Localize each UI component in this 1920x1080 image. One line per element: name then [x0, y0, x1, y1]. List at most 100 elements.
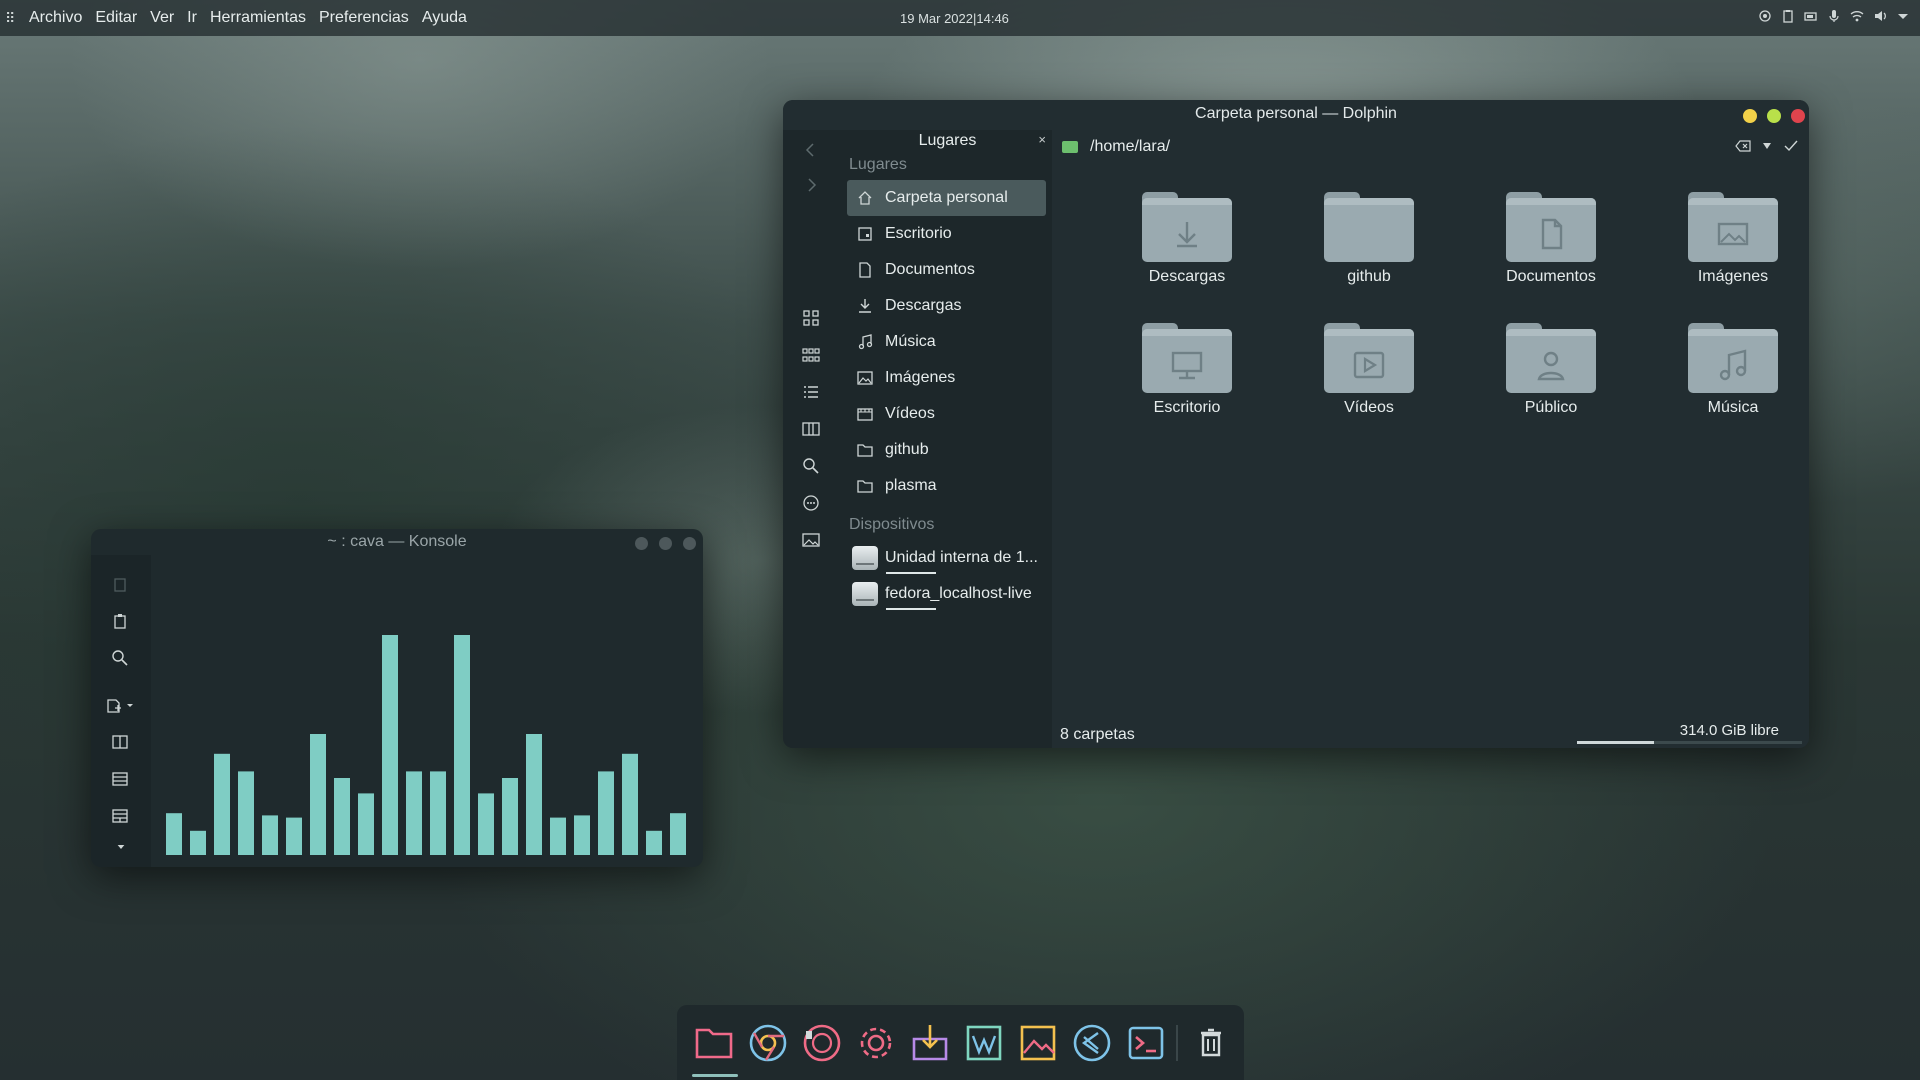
- software-center-icon[interactable]: [908, 1021, 952, 1065]
- volume-icon[interactable]: [1873, 9, 1887, 23]
- menu-archivo[interactable]: Archivo: [29, 9, 82, 27]
- place-musica[interactable]: Música: [847, 324, 1046, 360]
- menu-herramientas[interactable]: Herramientas: [210, 9, 306, 27]
- dolphin-titlebar[interactable]: Carpeta personal — Dolphin: [783, 100, 1809, 130]
- system-tray: [1758, 9, 1910, 23]
- folder-descargas[interactable]: Descargas: [1112, 192, 1262, 286]
- confirm-location-icon[interactable]: [1783, 139, 1799, 153]
- app-launcher-icon[interactable]: ⠿: [5, 10, 27, 27]
- path-text[interactable]: /home/lara/: [1090, 138, 1170, 156]
- device-capacity-bar: [886, 572, 936, 574]
- forward-button[interactable]: [801, 175, 823, 197]
- place-videos[interactable]: Vídeos: [847, 396, 1046, 432]
- trash-icon[interactable]: [1189, 1021, 1233, 1065]
- icons-view-icon[interactable]: [801, 308, 823, 330]
- minimize-button[interactable]: [1743, 109, 1757, 123]
- disk-usage-fill: [1577, 741, 1654, 744]
- terminal-icon[interactable]: [1124, 1021, 1168, 1065]
- chevron-down-icon[interactable]: [1896, 9, 1910, 23]
- menu-ver[interactable]: Ver: [150, 9, 174, 27]
- image-viewer-icon[interactable]: [1016, 1021, 1060, 1065]
- cava-bar: [430, 771, 446, 855]
- clear-location-icon[interactable]: [1735, 139, 1751, 153]
- place-imagenes[interactable]: Imágenes: [847, 360, 1046, 396]
- maximize-button[interactable]: [659, 537, 672, 550]
- download-icon: [855, 298, 875, 314]
- status-bar: 8 carpetas 314.0 GiB libre: [1052, 718, 1809, 748]
- folder-publico[interactable]: Público: [1476, 323, 1626, 417]
- back-button[interactable]: [801, 140, 823, 162]
- folder-video-icon: [1324, 323, 1414, 393]
- search-icon[interactable]: [801, 456, 823, 478]
- settings-icon[interactable]: [854, 1021, 898, 1065]
- battery-icon[interactable]: [1804, 9, 1818, 23]
- menu-preferencias[interactable]: Preferencias: [319, 9, 409, 27]
- menu-ir[interactable]: Ir: [187, 9, 197, 27]
- split-view-icon[interactable]: [801, 419, 823, 441]
- compact-view-icon[interactable]: [801, 345, 823, 367]
- new-tab-icon[interactable]: [105, 696, 139, 716]
- chevron-down-icon[interactable]: [115, 840, 135, 860]
- place-descargas[interactable]: Descargas: [847, 288, 1046, 324]
- folder-videos[interactable]: Vídeos: [1294, 323, 1444, 417]
- chrome-icon[interactable]: [746, 1021, 790, 1065]
- location-bar[interactable]: /home/lara/: [1052, 130, 1809, 164]
- search-icon[interactable]: [111, 649, 131, 669]
- place-escritorio[interactable]: Escritorio: [847, 216, 1046, 252]
- places-panel: Lugares × Lugares Carpeta personal Escri…: [843, 130, 1052, 748]
- details-view-icon[interactable]: [801, 382, 823, 404]
- menu-ayuda[interactable]: Ayuda: [422, 9, 467, 27]
- dock: [677, 1005, 1244, 1080]
- cava-bar: [238, 771, 254, 855]
- preview-icon[interactable]: [801, 530, 823, 552]
- place-plasma[interactable]: plasma: [847, 468, 1046, 504]
- folder-name: Documentos: [1506, 268, 1596, 285]
- folder-musica[interactable]: Música: [1658, 323, 1808, 417]
- maximize-button[interactable]: [1767, 109, 1781, 123]
- clipboard-icon[interactable]: [1781, 9, 1795, 23]
- vscode-icon[interactable]: [1070, 1021, 1114, 1065]
- cava-bar: [454, 635, 470, 855]
- folder-name: Música: [1707, 399, 1759, 416]
- place-documentos[interactable]: Documentos: [847, 252, 1046, 288]
- cava-bar: [382, 635, 398, 855]
- active-app-indicator: [692, 1074, 738, 1077]
- folder-escritorio[interactable]: Escritorio: [1112, 323, 1262, 417]
- dropdown-arrow-icon[interactable]: [1763, 143, 1771, 149]
- folder-documentos[interactable]: Documentos: [1476, 192, 1626, 286]
- clock[interactable]: 19 Mar 2022|14:46: [900, 11, 1009, 26]
- split-horizontal-icon[interactable]: [111, 770, 131, 790]
- places-section-label: Lugares: [849, 156, 907, 173]
- toolbar-column: [783, 130, 843, 748]
- menu-editar[interactable]: Editar: [95, 9, 137, 27]
- folder-download-icon: [1142, 192, 1232, 262]
- copy-icon[interactable]: [111, 575, 131, 595]
- audio-player-icon[interactable]: [800, 1021, 844, 1065]
- minimize-button[interactable]: [635, 537, 648, 550]
- record-icon[interactable]: [1758, 9, 1772, 23]
- split-view-icon[interactable]: [111, 733, 131, 753]
- microphone-icon[interactable]: [1827, 9, 1841, 23]
- more-options-icon[interactable]: [801, 493, 823, 515]
- close-panel-icon[interactable]: ×: [1038, 132, 1046, 147]
- close-button[interactable]: [1791, 109, 1805, 123]
- split-layout-icon[interactable]: [111, 807, 131, 827]
- text-editor-icon[interactable]: [962, 1021, 1006, 1065]
- files-icon[interactable]: [692, 1021, 736, 1065]
- folder-name: github: [1347, 268, 1391, 285]
- cava-bar: [502, 778, 518, 855]
- folder-github[interactable]: github: [1294, 192, 1444, 286]
- device-fedora-live[interactable]: fedora_localhost-live: [847, 576, 1046, 612]
- folder-imagenes[interactable]: Imágenes: [1658, 192, 1808, 286]
- place-carpeta-personal[interactable]: Carpeta personal: [847, 180, 1046, 216]
- paste-icon[interactable]: [111, 612, 131, 632]
- cava-bar: [262, 815, 278, 855]
- dock-separator: [1176, 1025, 1178, 1061]
- konsole-titlebar[interactable]: ~ : cava — Konsole: [91, 529, 703, 555]
- device-internal-drive[interactable]: Unidad interna de 1...: [847, 540, 1046, 576]
- place-github[interactable]: github: [847, 432, 1046, 468]
- folder-name: Escritorio: [1153, 399, 1221, 416]
- close-button[interactable]: [683, 537, 696, 550]
- folder-icon: [855, 478, 875, 494]
- wifi-icon[interactable]: [1850, 9, 1864, 23]
